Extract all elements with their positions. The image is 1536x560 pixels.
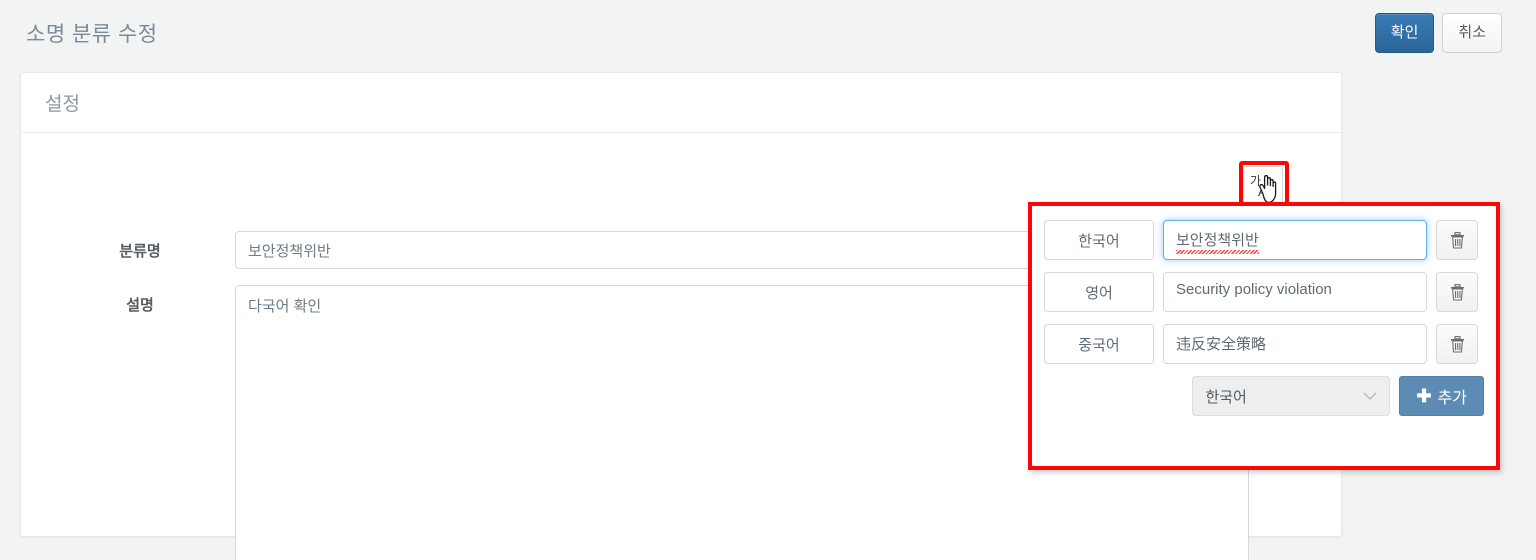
list-item: 영어 Security policy violation bbox=[1044, 272, 1484, 312]
header-actions: 확인 취소 bbox=[1374, 13, 1502, 53]
translation-input[interactable]: 违反安全策略 bbox=[1163, 324, 1427, 364]
language-tag: 영어 bbox=[1044, 272, 1154, 312]
translation-input[interactable]: 보안정책위반 bbox=[1163, 220, 1427, 260]
language-tag: 한국어 bbox=[1044, 220, 1154, 260]
trash-icon bbox=[1450, 283, 1464, 301]
app-root: 소명 분류 수정 확인 취소 설정 분류명 설명 다국어 확인 가 A bbox=[0, 0, 1536, 560]
delete-translation-button[interactable] bbox=[1436, 220, 1478, 260]
list-item: 한국어 보안정책위반 bbox=[1044, 220, 1484, 260]
confirm-button[interactable]: 확인 bbox=[1374, 13, 1435, 53]
category-name-label: 분류명 bbox=[119, 243, 161, 260]
multilingual-row-list: 한국어 보안정책위반 영어 Security policy violation … bbox=[1032, 206, 1496, 364]
translation-text: 违反安全策略 bbox=[1176, 336, 1267, 353]
multilingual-popup: 한국어 보안정책위반 영어 Security policy violation … bbox=[1028, 202, 1500, 470]
page-header: 소명 분류 수정 확인 취소 bbox=[0, 0, 1536, 72]
description-label: 설명 bbox=[126, 297, 154, 314]
trash-icon bbox=[1450, 335, 1464, 353]
list-item: 중국어 违反安全策略 bbox=[1044, 324, 1484, 364]
translation-input[interactable]: Security policy violation bbox=[1163, 272, 1427, 312]
delete-translation-button[interactable] bbox=[1436, 272, 1478, 312]
plus-icon: ✚ bbox=[1416, 386, 1432, 406]
settings-card-header: 설정 bbox=[21, 73, 1341, 133]
translation-text: 보안정책위반 bbox=[1176, 232, 1259, 249]
section-title: 설정 bbox=[45, 94, 80, 115]
translate-ko-en-icon-button[interactable]: 가 A bbox=[1243, 166, 1283, 206]
page-title: 소명 분류 수정 bbox=[26, 23, 158, 46]
translate-ko-en-icon: 가 A bbox=[1250, 174, 1267, 199]
add-translation-label: 추가 bbox=[1437, 390, 1467, 407]
trash-icon bbox=[1450, 231, 1464, 249]
add-translation-row: 한국어 ✚ 추가 bbox=[1032, 376, 1496, 416]
chevron-down-icon bbox=[1363, 392, 1377, 400]
add-translation-button[interactable]: ✚ 추가 bbox=[1399, 376, 1484, 416]
cancel-button[interactable]: 취소 bbox=[1442, 13, 1502, 53]
language-select[interactable]: 한국어 bbox=[1192, 376, 1391, 416]
language-tag: 중국어 bbox=[1044, 324, 1154, 364]
svg-text:A: A bbox=[1258, 184, 1267, 199]
translation-text: Security policy violation bbox=[1176, 281, 1332, 298]
delete-translation-button[interactable] bbox=[1436, 324, 1478, 364]
language-select-value: 한국어 bbox=[1205, 388, 1247, 406]
spellcheck-underline bbox=[1176, 250, 1259, 254]
